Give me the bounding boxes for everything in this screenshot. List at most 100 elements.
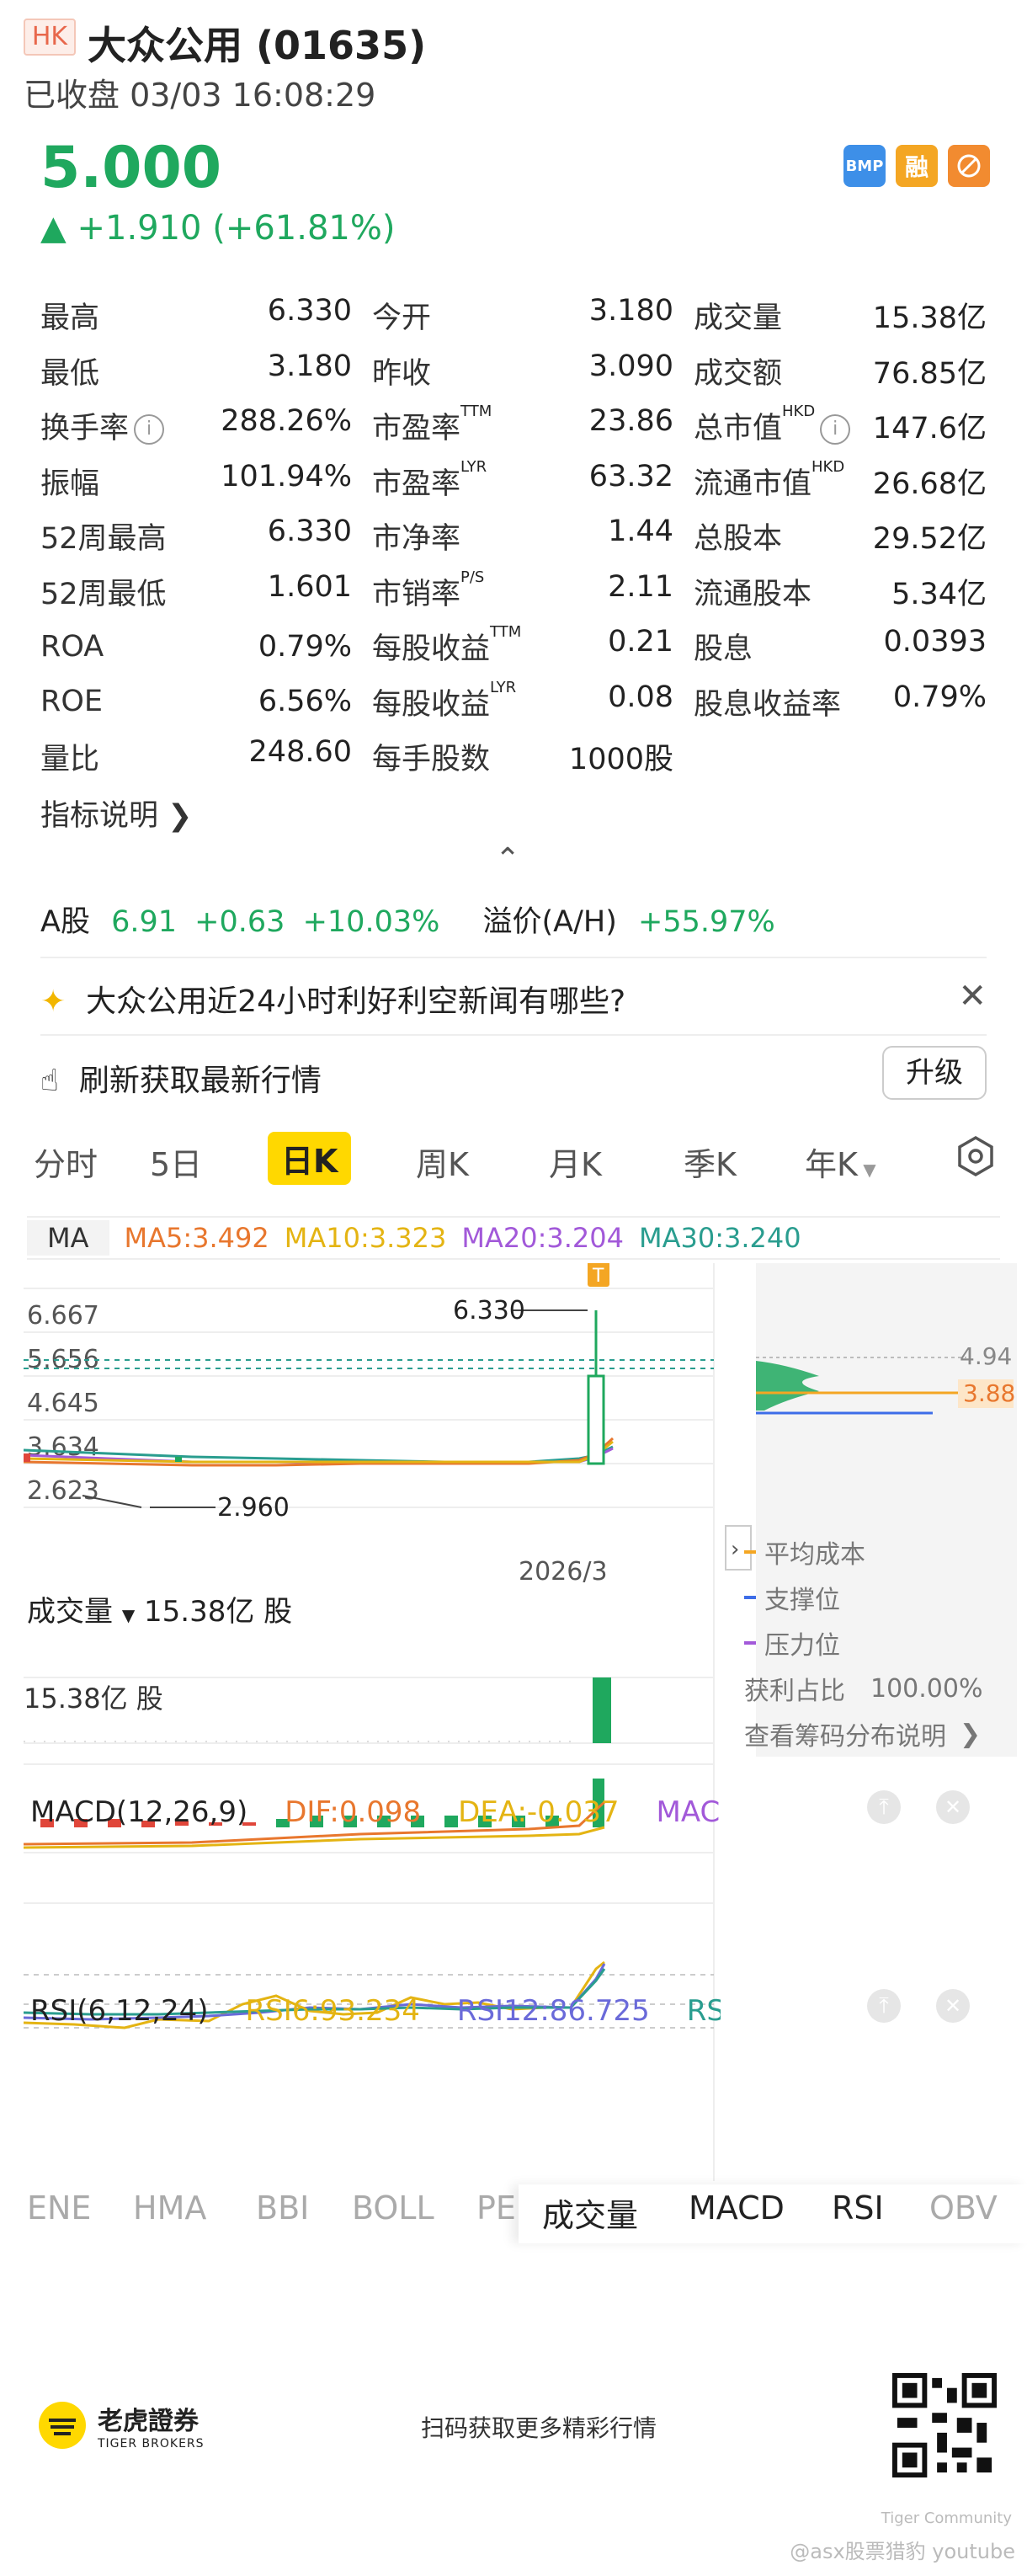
qr-code — [892, 2373, 997, 2477]
stat-value: 63.32 — [588, 459, 673, 493]
divider — [40, 1034, 987, 1036]
stat-value: 26.68亿 — [872, 467, 987, 501]
stats-grid: 最高 6.330 今开 3.180 成交量 15.38亿 最低 3.180 昨收 3.090 成交额… — [40, 288, 987, 785]
tab-monthly-k[interactable]: 月K — [549, 1139, 602, 1185]
ma5-value: MA5:3.492 — [124, 1222, 269, 1254]
tab-weekly-k[interactable]: 周K — [416, 1139, 469, 1185]
stat-label: 市净率 — [372, 522, 461, 557]
stat-label: 每股收益 — [372, 687, 491, 722]
stat-cell: 总市值HKDi 147.6亿 — [673, 404, 987, 447]
stat-label: 股息收益率 — [694, 687, 842, 722]
tab-rsi[interactable]: RSI — [832, 2189, 884, 2227]
tab-hma[interactable]: HMA — [133, 2189, 206, 2227]
marker-t: T — [592, 1266, 604, 1287]
pin-top-icon[interactable]: ⤒ — [867, 1790, 901, 1824]
short-icon[interactable] — [948, 145, 990, 187]
tab-5day[interactable]: 5日 — [150, 1139, 202, 1185]
bmp-icon[interactable]: BMP — [843, 145, 886, 187]
info-icon[interactable]: i — [820, 414, 851, 445]
stock-title: 大众公用 (01635) — [88, 23, 427, 68]
stat-value: 15.38亿 — [872, 301, 987, 336]
stat-label: 股息 — [694, 632, 753, 667]
tab-daily-k[interactable]: 日K — [268, 1132, 352, 1185]
stat-label-suffix: HKD — [782, 403, 816, 421]
scan-prompt: 扫码获取更多精彩行情 — [420, 2414, 657, 2442]
stat-label: ROE — [40, 685, 103, 719]
stat-label: 总市值 — [694, 412, 783, 446]
ma10-value: MA10:3.323 — [284, 1222, 447, 1254]
stat-value: 23.86 — [588, 404, 673, 439]
stat-cell: 股息收益率 0.79% — [673, 680, 987, 723]
close-panel-icon[interactable]: ✕ — [936, 1989, 970, 2023]
stat-cell: 今开 3.180 — [352, 294, 673, 337]
stat-cell: 市盈率LYR 63.32 — [352, 459, 673, 503]
stat-cell: 52周最高 6.330 — [40, 515, 352, 557]
stats-row: ROE 6.56% 每股收益LYR 0.08 股息收益率 0.79% — [40, 675, 987, 730]
stat-cell: 流通股本 5.34亿 — [673, 570, 987, 613]
stat-value: 3.090 — [588, 349, 673, 383]
stat-value: 0.79% — [892, 680, 987, 714]
indicator-tabs: ENE HMA BBI BOLL PE 成交量 MACD RSI OBV — [0, 2184, 1027, 2243]
tab-volume[interactable]: 成交量 — [542, 2189, 638, 2236]
chip-legend: 平均成本 支撑位 压力位 获利占比 100.00% 查看筹码分布说明 ❯ — [744, 1529, 982, 1757]
stat-cell: 每股收益LYR 0.08 — [352, 680, 673, 723]
stat-value: 6.330 — [267, 294, 352, 328]
tiger-logo-icon — [39, 2402, 86, 2449]
tab-intraday[interactable]: 分时 — [34, 1139, 98, 1185]
tab-boll[interactable]: BOLL — [352, 2189, 434, 2227]
tab-pe[interactable]: PE — [476, 2189, 516, 2227]
ma-button[interactable]: MA — [27, 1220, 109, 1256]
upgrade-button[interactable]: 升级 — [882, 1046, 987, 1100]
news-prompt[interactable]: ✦ 大众公用近24小时利好利空新闻有哪些? — [40, 977, 625, 1021]
market-badge: HK — [24, 19, 76, 56]
stat-label: 昨收 — [372, 356, 432, 391]
stat-cell: 市净率 1.44 — [352, 515, 673, 557]
chip-help-link[interactable]: 查看筹码分布说明 ❯ — [744, 1711, 982, 1757]
tab-macd[interactable]: MACD — [689, 2189, 785, 2227]
y-tick: 2.623 — [27, 1476, 99, 1506]
pin-top-icon[interactable]: ⤒ — [867, 1989, 901, 2023]
margin-icon[interactable]: 融 — [896, 145, 938, 187]
high-label: 6.330 — [453, 1296, 525, 1325]
y-tick: 6.667 — [27, 1301, 99, 1331]
stat-value: 1000股 — [568, 743, 673, 777]
rsi-legend: RSI(6,12,24) RSI6:93.234 RSI12:86.725 RS… — [30, 1994, 721, 2028]
close-panel-icon[interactable]: ✕ — [936, 1790, 970, 1824]
market-status: 已收盘 03/03 16:08:29 — [24, 77, 376, 114]
volume-title[interactable]: 成交量 ▼ 15.38亿 股 — [27, 1588, 292, 1629]
close-icon[interactable]: ✕ — [958, 977, 987, 1016]
stats-row: 52周最高 6.330 市净率 1.44 总股本 29.52亿 — [40, 509, 987, 564]
stat-label: 最高 — [40, 301, 100, 336]
stat-label-suffix: TTM — [460, 403, 492, 421]
tab-obv[interactable]: OBV — [929, 2189, 998, 2227]
stats-row: 换手率 i 288.26% 市盈率TTM 23.86 总市值HKDi 147.6亿 — [40, 398, 987, 454]
stat-value: 1.601 — [267, 569, 352, 604]
period-tabs: 分时 5日 日K 周K 月K 季K 年K ▼ — [0, 1130, 1027, 1194]
tab-bbi[interactable]: BBI — [256, 2189, 309, 2227]
stat-value: 2.11 — [608, 569, 673, 604]
refresh-row[interactable]: ☝ 刷新获取最新行情 — [40, 1056, 322, 1100]
ma-legend: MA MA5:3.492 MA10:3.323 MA20:3.204 MA30:… — [27, 1216, 1000, 1260]
a-share-row[interactable]: A股 6.91 +0.63 +10.03% 溢价(A/H) +55.97% — [40, 898, 775, 941]
collapse-caret-icon[interactable]: ⌃ — [495, 842, 520, 877]
stats-row: ROA 0.79% 每股收益TTM 0.21 股息 0.0393 — [40, 619, 987, 675]
stat-cell: 量比 248.60 — [40, 735, 352, 778]
macd-legend: MACD(12,26,9) DIF:0.098 DEA:-0.037 MACD:… — [30, 1795, 721, 1829]
info-icon[interactable]: i — [134, 414, 165, 445]
tab-yearly-k[interactable]: 年K ▼ — [805, 1139, 876, 1185]
tab-ene[interactable]: ENE — [27, 2189, 91, 2227]
ma20-value: MA20:3.204 — [461, 1222, 624, 1254]
price-change: ▲ +1.910 (+61.81%) — [40, 209, 396, 248]
stats-row: 振幅 101.94% 市盈率LYR 63.32 流通市值HKD 26.68亿 — [40, 454, 987, 509]
tab-quarterly-k[interactable]: 季K — [684, 1139, 737, 1185]
settings-icon[interactable] — [955, 1135, 997, 1185]
stat-label-suffix: LYR — [490, 678, 517, 696]
stat-value: 0.08 — [608, 680, 673, 714]
volume-axis-label: 15.38亿 股 — [24, 1683, 163, 1715]
indicator-explain-link[interactable]: 指标说明 ❯ — [40, 792, 192, 835]
stat-label: 流通市值 — [694, 467, 812, 501]
stat-label: 52周最低 — [40, 577, 167, 611]
stat-cell: 成交额 76.85亿 — [673, 349, 987, 392]
watermark-community: Tiger Community — [881, 2509, 1012, 2527]
stat-label: 成交额 — [694, 356, 783, 391]
